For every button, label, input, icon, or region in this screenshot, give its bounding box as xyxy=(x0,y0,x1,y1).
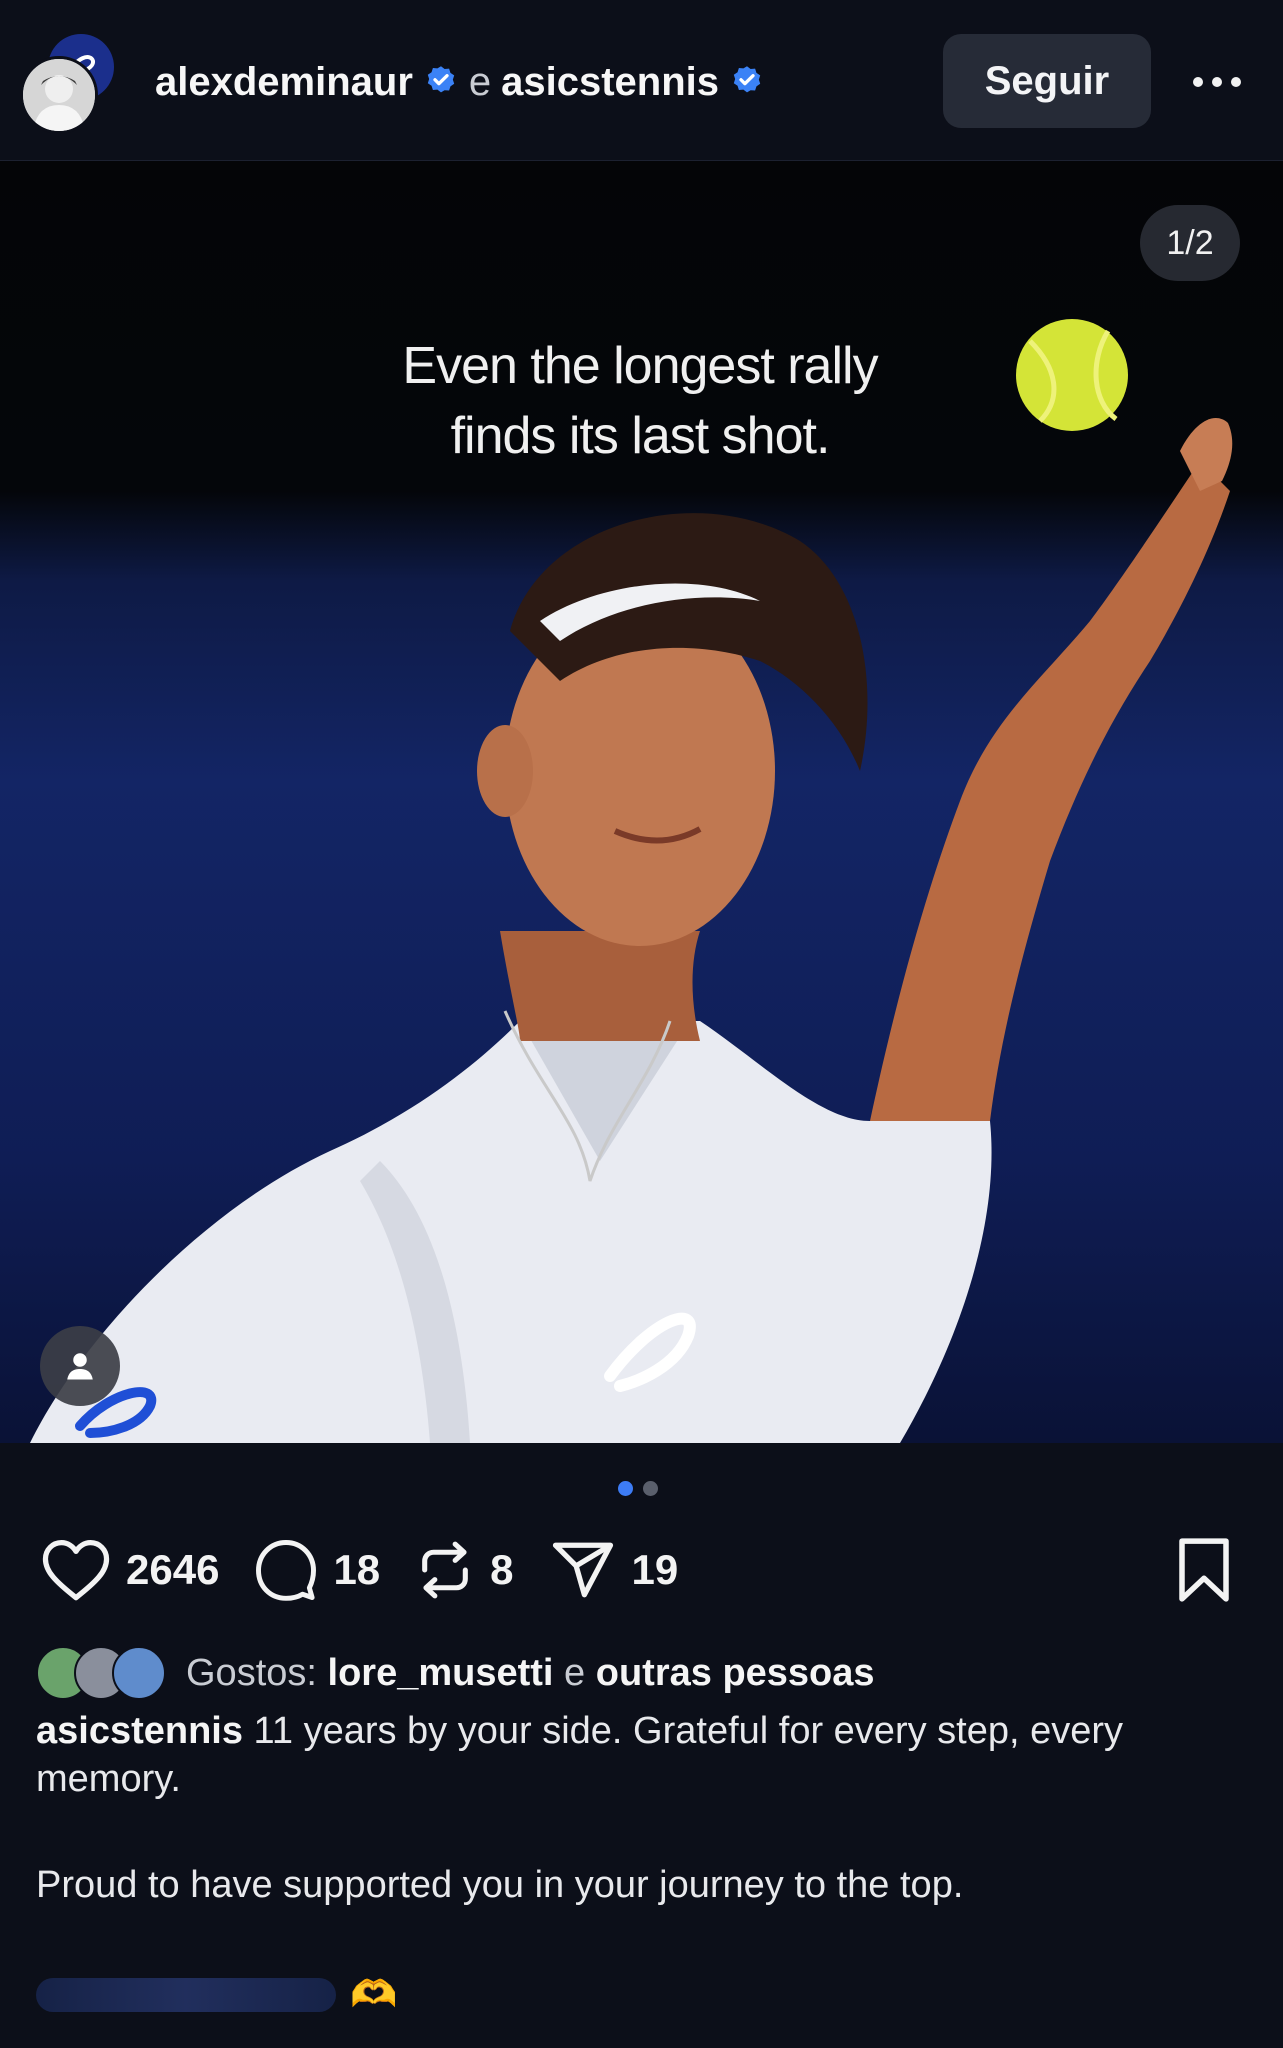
carousel-dot-active xyxy=(618,1481,633,1496)
liker-avatar xyxy=(112,1646,166,1700)
verified-icon xyxy=(733,66,761,93)
repost-icon xyxy=(422,1541,469,1599)
tagged-people-button[interactable] xyxy=(40,1326,120,1406)
liker-username[interactable]: lore_musetti xyxy=(328,1652,554,1695)
overlay-line: Even the longest rally xyxy=(402,337,878,395)
action-bar: 2646 18 8 19 xyxy=(40,1535,712,1605)
save-button[interactable] xyxy=(1176,1537,1232,1603)
more-options-button[interactable] xyxy=(1180,58,1254,106)
liked-by[interactable]: Gostos: lore_musetti e outras pessoas xyxy=(36,1645,875,1701)
repost-button[interactable]: 8 xyxy=(414,1537,514,1603)
like-button[interactable]: 2646 xyxy=(40,1538,219,1602)
avatar-photo xyxy=(23,59,95,131)
caption-text: Proud to have supported you in your jour… xyxy=(36,1864,964,1906)
collab-names: alexdeminaur e asicstennis xyxy=(155,54,765,110)
bookmark-icon xyxy=(1179,1538,1229,1602)
post-media[interactable]: 1/2 Even the longest rally finds its las… xyxy=(0,161,1283,1443)
blurred-username xyxy=(36,1978,336,2012)
carousel-indicator xyxy=(618,1481,658,1496)
alexdeminaur-avatar[interactable] xyxy=(20,56,98,134)
slide-counter: 1/2 xyxy=(1140,205,1240,281)
comment-icon xyxy=(256,1540,317,1601)
comment-button[interactable]: 18 xyxy=(253,1537,380,1603)
comment-preview[interactable]: 🫶 xyxy=(36,1970,397,2020)
more-icon xyxy=(1193,77,1241,87)
share-button[interactable]: 19 xyxy=(548,1537,679,1603)
post-header: alexdeminaur e asicstennis Seguir xyxy=(0,0,1283,161)
caption-author[interactable]: asicstennis xyxy=(36,1710,243,1752)
share-count: 19 xyxy=(631,1546,679,1593)
follow-button[interactable]: Seguir xyxy=(943,34,1151,128)
person-icon xyxy=(67,1353,93,1380)
carousel-dot xyxy=(643,1481,658,1496)
heart-icon xyxy=(42,1540,110,1601)
verified-icon xyxy=(427,66,455,93)
share-icon xyxy=(552,1542,613,1598)
comment-count: 18 xyxy=(333,1546,381,1593)
username-alexdeminaur[interactable]: alexdeminaur xyxy=(155,60,413,105)
heart-hands-emoji: 🫶 xyxy=(350,1974,398,2016)
collab-avatars[interactable] xyxy=(20,32,120,134)
like-count: 2646 xyxy=(126,1546,220,1593)
post-caption: asicstennis 11 years by your side. Grate… xyxy=(36,1707,1236,1909)
repost-count: 8 xyxy=(490,1546,514,1593)
liked-by-avatars xyxy=(36,1646,172,1700)
likes-conjunction: e xyxy=(564,1651,586,1694)
caption-line: asicstennis 11 years by your side. Grate… xyxy=(36,1707,1236,1803)
other-likers-link[interactable]: outras pessoas xyxy=(596,1652,875,1695)
overlay-line: finds its last shot. xyxy=(450,407,831,465)
username-asicstennis[interactable]: asicstennis xyxy=(501,60,719,105)
overlay-quote: Even the longest rally finds its last sh… xyxy=(340,331,940,471)
likes-prefix: Gostos: xyxy=(186,1651,317,1694)
collab-conjunction: e xyxy=(468,59,492,104)
